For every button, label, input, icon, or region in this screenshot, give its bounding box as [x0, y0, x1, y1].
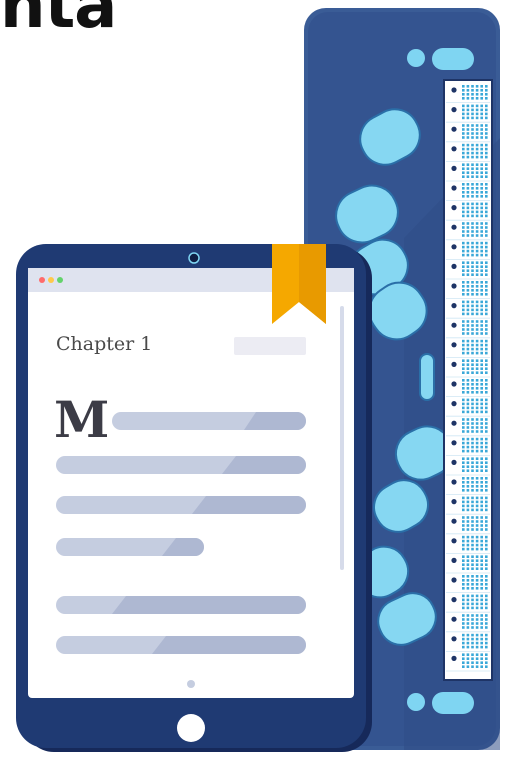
yellow-dot-icon [48, 277, 54, 283]
page-heading: nta [0, 0, 117, 43]
bookmark-icon [272, 244, 326, 324]
green-dot-icon [57, 277, 63, 283]
drop-cap: M [54, 390, 109, 449]
search-field[interactable] [234, 337, 306, 355]
chapter-title: Chapter 1 [56, 333, 153, 355]
red-dot-icon [39, 277, 45, 283]
